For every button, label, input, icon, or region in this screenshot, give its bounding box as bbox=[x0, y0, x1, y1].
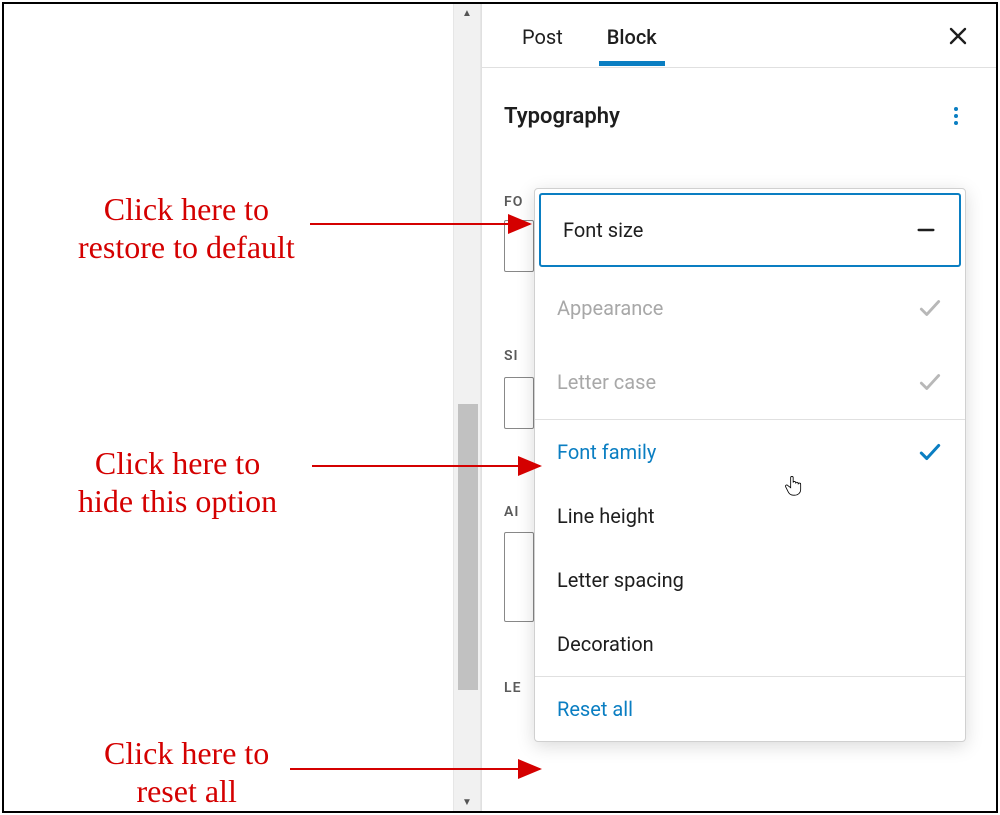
menu-reset-all[interactable]: Reset all bbox=[535, 677, 965, 741]
annotation-reset: Click here to reset all bbox=[104, 734, 269, 811]
menu-item-font-family[interactable]: Font family bbox=[535, 420, 965, 484]
minus-icon bbox=[909, 219, 937, 241]
scroll-thumb[interactable] bbox=[458, 404, 478, 690]
menu-item-font-size[interactable]: Font size bbox=[539, 193, 961, 267]
menu-item-decoration[interactable]: Decoration bbox=[535, 612, 965, 676]
scroll-up-arrow[interactable]: ▲ bbox=[454, 4, 480, 22]
tab-block[interactable]: Block bbox=[585, 7, 679, 65]
menu-item-label: Line height bbox=[557, 504, 943, 528]
check-icon bbox=[915, 295, 943, 321]
sidebar-tabs: Post Block bbox=[482, 4, 996, 68]
menu-item-label: Appearance bbox=[557, 296, 915, 320]
check-icon bbox=[915, 439, 943, 465]
field-appear[interactable] bbox=[504, 532, 534, 622]
field-font[interactable] bbox=[504, 220, 534, 272]
menu-item-label: Font family bbox=[557, 440, 915, 464]
menu-item-letter-case: Letter case bbox=[535, 345, 965, 419]
close-icon bbox=[946, 24, 970, 48]
label-appear: AI bbox=[504, 504, 519, 520]
panel-title: Typography bbox=[504, 104, 620, 129]
annotation-hide: Click here to hide this option bbox=[78, 444, 277, 521]
menu-item-label: Font size bbox=[563, 218, 909, 242]
menu-item-appearance: Appearance bbox=[535, 271, 965, 345]
annotation-restore: Click here to restore to default bbox=[78, 190, 295, 267]
menu-item-label: Letter case bbox=[557, 370, 915, 394]
frame: ▲ ▼ Post Block Typography FO SI AI LE bbox=[2, 2, 998, 813]
menu-item-label: Letter spacing bbox=[557, 568, 943, 592]
field-size[interactable] bbox=[504, 377, 534, 429]
tab-post[interactable]: Post bbox=[500, 7, 585, 65]
panel-options-button[interactable] bbox=[938, 98, 974, 134]
editor-canvas bbox=[4, 4, 484, 811]
label-size: SI bbox=[504, 348, 519, 364]
menu-item-letter-spacing[interactable]: Letter spacing bbox=[535, 548, 965, 612]
more-vertical-icon bbox=[944, 104, 968, 128]
check-icon bbox=[915, 369, 943, 395]
scroll-down-arrow[interactable]: ▼ bbox=[454, 793, 480, 811]
panel-header: Typography bbox=[482, 68, 996, 152]
label-letter: LE bbox=[504, 680, 521, 696]
scrollbar-track[interactable]: ▲ ▼ bbox=[453, 4, 481, 811]
menu-item-label: Reset all bbox=[557, 697, 633, 721]
typography-options-menu: Font size Appearance Letter case Font fa… bbox=[534, 188, 966, 742]
menu-item-label: Decoration bbox=[557, 632, 943, 656]
label-font: FO bbox=[504, 194, 523, 210]
menu-item-line-height[interactable]: Line height bbox=[535, 484, 965, 548]
close-sidebar-button[interactable] bbox=[938, 16, 978, 56]
